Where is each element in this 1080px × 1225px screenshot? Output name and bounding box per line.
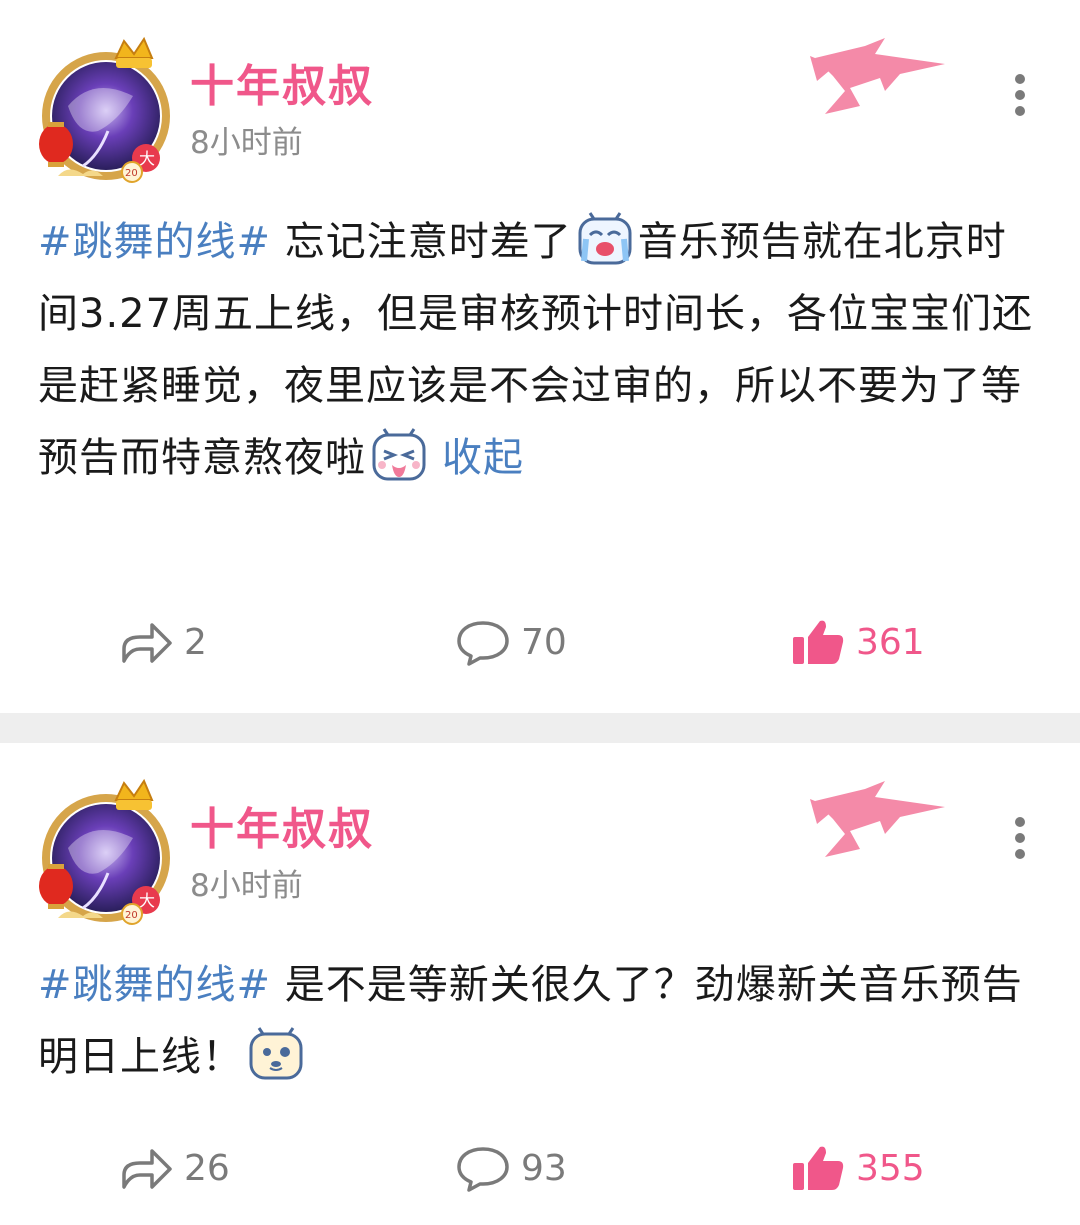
svg-text:20: 20 — [125, 168, 138, 179]
comment-button[interactable]: 70 — [455, 612, 567, 672]
like-icon — [793, 1146, 844, 1190]
post-card: 大 20 十年叔叔 8小时前 #跳舞的线# 忘记注意时差了 音乐预告就在北京时间3… — [0, 0, 1080, 713]
post-content: #跳舞的线# 忘记注意时差了 音乐预告就在北京时间3.27周五上线，但是审核预计时… — [38, 206, 1038, 494]
crying-emoji-icon — [578, 212, 632, 265]
vip-badge-icon — [810, 38, 945, 114]
vip-badge-icon — [810, 781, 945, 857]
share-count: 26 — [184, 1147, 230, 1189]
share-icon — [122, 623, 172, 663]
share-icon — [122, 1149, 172, 1189]
comment-count: 93 — [521, 1147, 567, 1189]
like-count: 361 — [856, 621, 925, 663]
post-time: 8小时前 — [190, 868, 303, 904]
action-bar: 26 93 355 — [0, 1138, 1080, 1198]
tongue-emoji-icon — [372, 428, 426, 481]
svg-text:20: 20 — [125, 910, 138, 921]
hashtag-link[interactable]: #跳舞的线# — [38, 962, 271, 1008]
post-divider — [0, 713, 1080, 743]
share-button[interactable]: 26 — [118, 1138, 230, 1198]
share-count: 2 — [184, 621, 207, 663]
post-text: 忘记注意时差了 — [284, 219, 572, 265]
like-button[interactable]: 355 — [790, 1138, 925, 1198]
username[interactable]: 十年叔叔 — [190, 50, 374, 114]
post-card: 大 20 十年叔叔 8小时前 #跳舞的线# 是不是等新关很久了？劲爆新关音乐预告… — [0, 743, 1080, 1225]
like-count: 355 — [856, 1147, 925, 1189]
more-icon[interactable] — [1005, 70, 1035, 116]
like-button[interactable]: 361 — [790, 612, 925, 672]
post-content: #跳舞的线# 是不是等新关很久了？劲爆新关音乐预告明日上线！ — [38, 949, 1038, 1093]
svg-text:大: 大 — [139, 891, 155, 910]
dog-emoji-icon — [249, 1027, 303, 1080]
comment-icon — [457, 621, 509, 666]
share-button[interactable]: 2 — [118, 612, 207, 672]
hashtag-link[interactable]: #跳舞的线# — [38, 219, 271, 265]
comment-icon — [457, 1147, 509, 1192]
collapse-link[interactable]: 收起 — [442, 435, 524, 481]
avatar[interactable]: 大 20 — [38, 36, 178, 186]
more-icon[interactable] — [1005, 813, 1035, 859]
username[interactable]: 十年叔叔 — [190, 793, 374, 857]
avatar[interactable]: 大 20 — [38, 778, 178, 928]
comment-count: 70 — [521, 621, 567, 663]
action-bar: 2 70 361 — [0, 612, 1080, 672]
like-icon — [793, 620, 844, 664]
comment-button[interactable]: 93 — [455, 1138, 567, 1198]
svg-text:大: 大 — [139, 149, 155, 168]
post-time: 8小时前 — [190, 125, 303, 161]
